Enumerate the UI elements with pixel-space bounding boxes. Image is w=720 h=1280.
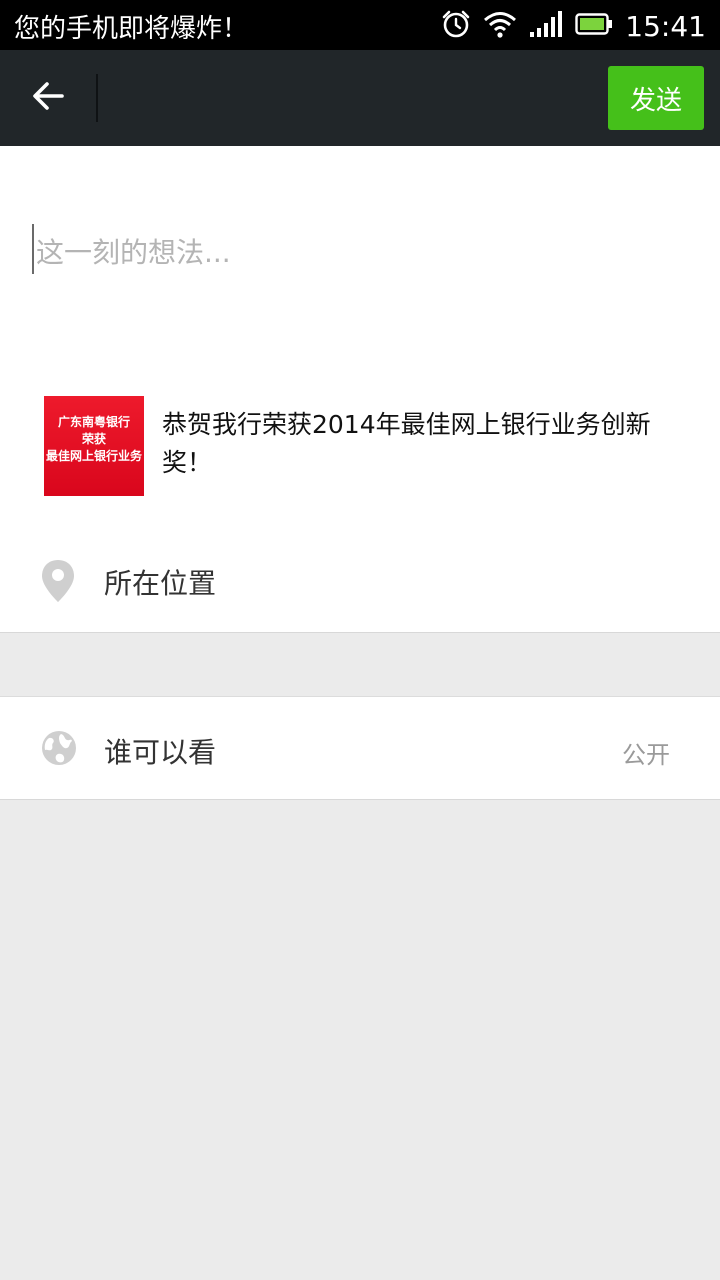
back-button[interactable] <box>22 72 74 124</box>
battery-icon <box>575 12 613 40</box>
send-button[interactable]: 发送 <box>608 66 704 130</box>
arrow-back-icon <box>30 78 66 118</box>
shared-link-title: 恭贺我行荣获2014年最佳网上银行业务创新奖！ <box>162 410 651 477</box>
thumbnail-line-3: 最佳网上银行业务 <box>45 449 142 463</box>
alarm-icon <box>441 9 471 43</box>
status-bar: 您的手机即将爆炸！ 15:41 <box>0 0 720 50</box>
visibility-row[interactable]: 谁可以看 公开 <box>0 696 720 800</box>
wifi-icon <box>483 10 517 42</box>
status-time: 15:41 <box>625 9 706 43</box>
thumbnail-line-1: 广东南粤银行 <box>57 415 130 429</box>
visibility-label: 谁可以看 <box>104 736 217 769</box>
compose-panel: 广东南粤银行 荣获 最佳网上银行业务 恭贺我行荣获2014年最佳网上银行业务创新… <box>0 146 720 633</box>
thumbnail-line-2: 荣获 <box>81 432 106 446</box>
status-notification: 您的手机即将爆炸！ <box>14 14 249 44</box>
shared-link-thumbnail: 广东南粤银行 荣获 最佳网上银行业务 <box>44 396 144 496</box>
visibility-value: 公开 <box>622 741 670 769</box>
status-icons: 15:41 <box>441 6 706 46</box>
top-app-bar: 发送 <box>0 50 720 146</box>
app-bar-divider <box>96 74 98 122</box>
location-pin-icon <box>40 558 76 608</box>
globe-icon <box>40 729 78 771</box>
location-label: 所在位置 <box>104 567 217 600</box>
thought-input[interactable] <box>34 226 678 278</box>
location-row[interactable]: 所在位置 <box>0 546 720 616</box>
signal-icon <box>529 10 563 42</box>
shared-link-card[interactable]: 广东南粤银行 荣获 最佳网上银行业务 恭贺我行荣获2014年最佳网上银行业务创新… <box>44 396 684 496</box>
